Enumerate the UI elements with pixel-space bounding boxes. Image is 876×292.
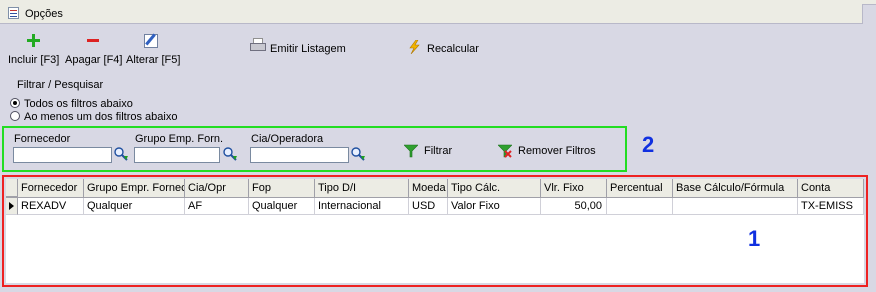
remove-filter-icon bbox=[498, 144, 512, 158]
table-row[interactable]: REXADV Qualquer AF Qualquer Internaciona… bbox=[6, 198, 864, 215]
cia-input[interactable] bbox=[250, 147, 349, 163]
apagar-label: Apagar [F4] bbox=[65, 54, 123, 66]
table-cell[interactable]: USD bbox=[409, 198, 448, 215]
fornecedor-label: Fornecedor bbox=[14, 133, 71, 145]
radio-all-label: Todos os filtros abaixo bbox=[24, 98, 133, 110]
radio-all-filters[interactable] bbox=[10, 98, 20, 108]
radio-any-label: Ao menos um dos filtros abaixo bbox=[24, 111, 178, 123]
table-cell[interactable]: REXADV bbox=[18, 198, 84, 215]
col-header[interactable]: Tipo Cálc. bbox=[448, 179, 541, 197]
col-header[interactable]: Vlr. Fixo bbox=[541, 179, 607, 197]
table-cell[interactable]: TX-EMISS bbox=[798, 198, 864, 215]
remover-filtros-button[interactable]: Remover Filtros bbox=[498, 143, 598, 159]
remover-label: Remover Filtros bbox=[518, 145, 596, 157]
row-indicator-icon bbox=[6, 198, 18, 215]
col-header[interactable]: Tipo D/I bbox=[315, 179, 409, 197]
table-cell[interactable]: Internacional bbox=[315, 198, 409, 215]
filtrar-button[interactable]: Filtrar bbox=[404, 143, 454, 159]
alterar-label: Alterar [F5] bbox=[126, 54, 181, 66]
table-cell[interactable] bbox=[607, 198, 673, 215]
col-header[interactable]: Fornecedor bbox=[18, 179, 84, 197]
table-cell[interactable] bbox=[673, 198, 798, 215]
grid-header: Fornecedor Grupo Empr. Fornec. Cia/Opr F… bbox=[6, 179, 864, 198]
col-header[interactable]: Percentual bbox=[607, 179, 673, 197]
col-header[interactable]: Grupo Empr. Fornec. bbox=[84, 179, 185, 197]
data-grid[interactable]: Fornecedor Grupo Empr. Fornec. Cia/Opr F… bbox=[6, 179, 864, 283]
grid-corner bbox=[6, 179, 18, 197]
col-header[interactable]: Moeda bbox=[409, 179, 448, 197]
table-cell[interactable]: AF bbox=[185, 198, 249, 215]
fornecedor-input[interactable] bbox=[13, 147, 112, 163]
filter-title: Filtrar / Pesquisar bbox=[17, 79, 104, 91]
filtrar-label: Filtrar bbox=[424, 145, 453, 157]
plus-icon-vertical bbox=[32, 34, 35, 47]
incluir-label: Incluir [F3] bbox=[8, 54, 60, 66]
document-icon bbox=[8, 7, 19, 19]
tab-bar bbox=[0, 4, 863, 24]
minus-icon bbox=[87, 39, 99, 42]
emitir-label: Emitir Listagem bbox=[270, 43, 346, 55]
col-header[interactable]: Cia/Opr bbox=[185, 179, 249, 197]
table-cell[interactable]: Qualquer bbox=[84, 198, 185, 215]
table-cell[interactable]: 50,00 bbox=[541, 198, 607, 215]
radio-any-filter[interactable] bbox=[10, 111, 20, 121]
callout-1: 1 bbox=[748, 226, 761, 251]
printer-icon bbox=[250, 43, 266, 51]
grupo-input[interactable] bbox=[134, 147, 220, 163]
apagar-button[interactable]: Apagar [F4] bbox=[63, 32, 123, 66]
callout-2: 2 bbox=[642, 132, 655, 157]
table-cell[interactable]: Qualquer bbox=[249, 198, 315, 215]
search-lookup-icon[interactable] bbox=[222, 146, 238, 162]
table-cell[interactable]: Valor Fixo bbox=[448, 198, 541, 215]
grupo-label: Grupo Emp. Forn. bbox=[135, 133, 224, 145]
lightning-icon bbox=[409, 40, 420, 54]
recalcular-label: Recalcular bbox=[427, 43, 479, 55]
col-header[interactable]: Base Cálculo/Fórmula bbox=[673, 179, 798, 197]
funnel-icon bbox=[404, 144, 418, 158]
col-header[interactable]: Fop bbox=[249, 179, 315, 197]
search-lookup-icon[interactable] bbox=[350, 146, 366, 162]
cia-label: Cia/Operadora bbox=[251, 133, 324, 145]
search-lookup-icon[interactable] bbox=[113, 146, 129, 162]
col-header[interactable]: Conta bbox=[798, 179, 864, 197]
tab-opcoes[interactable]: Opções bbox=[25, 8, 63, 20]
